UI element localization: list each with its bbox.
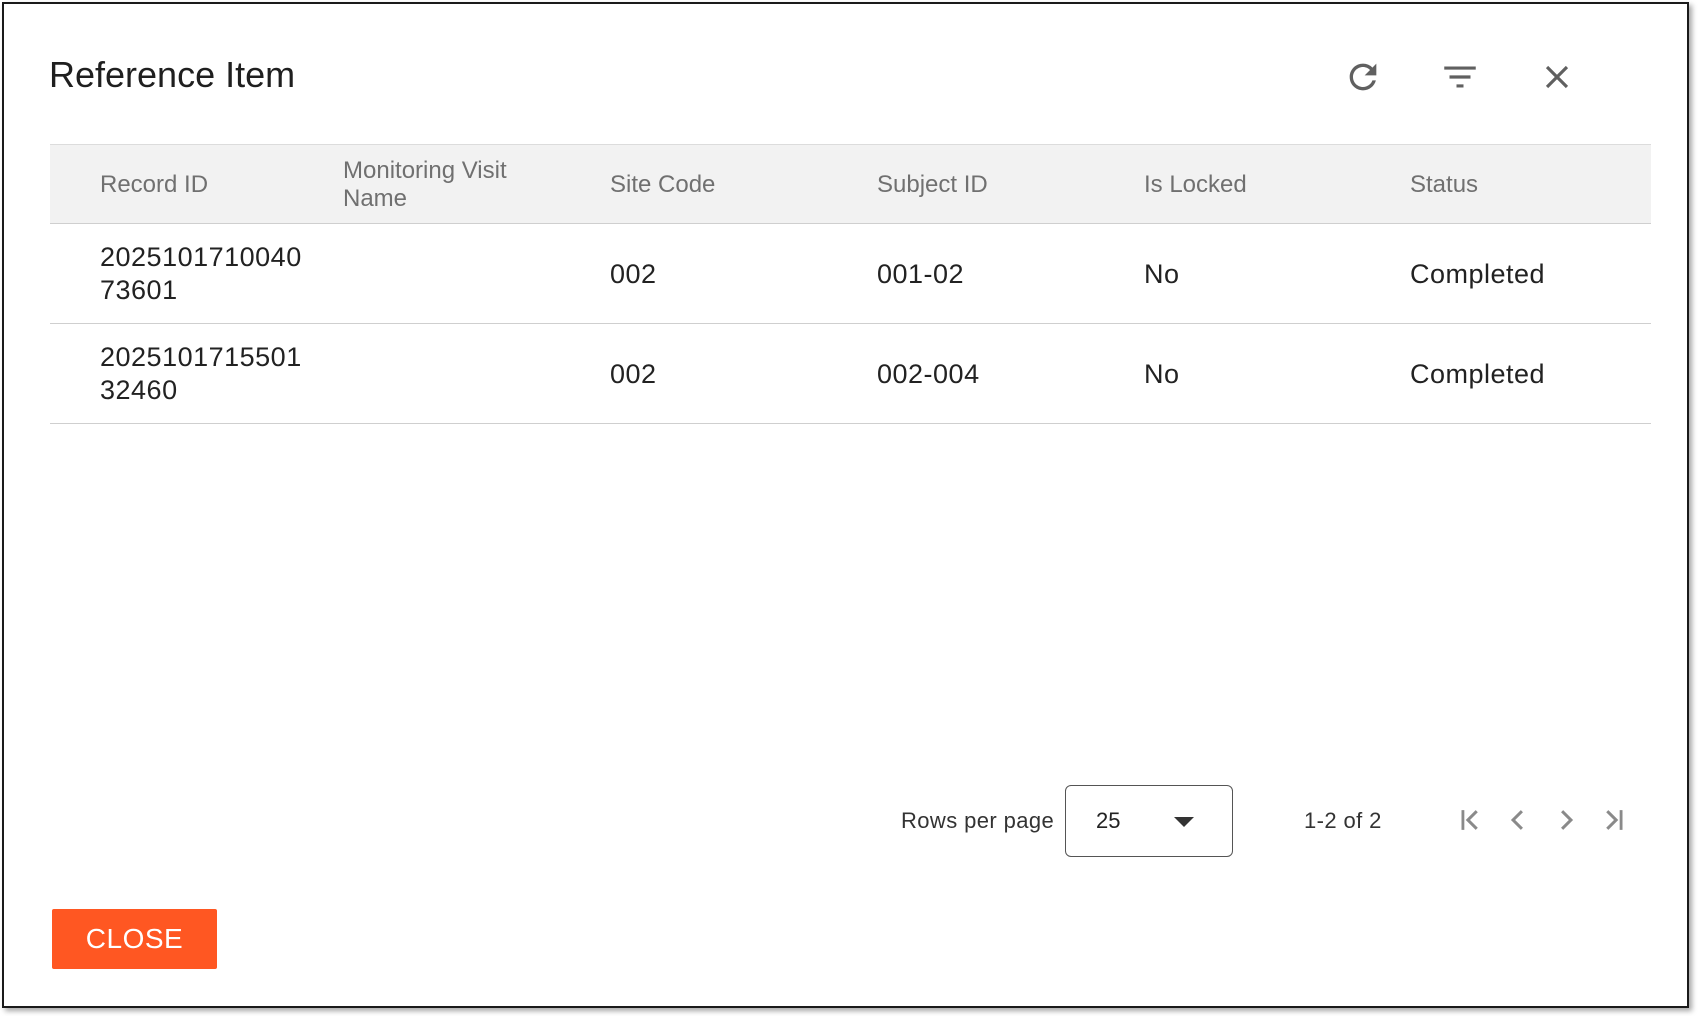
reference-item-dialog: Reference Item Record ID Monitoring Visi… xyxy=(2,2,1689,1008)
rows-per-page-value: 25 xyxy=(1096,808,1121,833)
dialog-close-button[interactable] xyxy=(1532,52,1582,102)
close-button[interactable]: CLOSE xyxy=(52,909,217,969)
rows-per-page-label: Rows per page xyxy=(901,808,1055,833)
column-header-status[interactable]: Status xyxy=(1410,145,1478,225)
cell-site-code: 002 xyxy=(610,358,657,389)
cell-record-id: 202510171550132460 xyxy=(100,342,302,405)
chevron-left-icon xyxy=(1510,810,1523,830)
refresh-icon xyxy=(1349,63,1377,91)
caret-down-icon xyxy=(1174,817,1194,827)
column-header-record-id[interactable]: Record ID xyxy=(100,145,340,225)
cell-record-id: 202510171004073601 xyxy=(100,242,302,305)
previous-page-button[interactable] xyxy=(1498,800,1538,840)
dialog-title: Reference Item xyxy=(49,54,296,95)
last-page-button[interactable] xyxy=(1594,800,1634,840)
cell-status: Completed xyxy=(1410,358,1546,389)
cell-subject-id: 001-02 xyxy=(877,258,965,289)
pagination-range: 1-2 of 2 xyxy=(1304,808,1382,833)
first-page-icon xyxy=(1461,810,1478,830)
close-icon xyxy=(1545,65,1569,89)
table-row[interactable]: 202510171550132460 002 002-004 No Comple… xyxy=(50,324,1651,424)
reference-table: Record ID Monitoring Visit Name Site Cod… xyxy=(50,144,1651,424)
rows-per-page-select[interactable]: 25 xyxy=(1065,785,1233,857)
table-header: Record ID Monitoring Visit Name Site Cod… xyxy=(50,144,1651,224)
cell-subject-id: 002-004 xyxy=(877,358,980,389)
cell-status: Completed xyxy=(1410,258,1546,289)
column-header-site-code[interactable]: Site Code xyxy=(610,145,715,225)
table-row[interactable]: 202510171004073601 002 001-02 No Complet… xyxy=(50,224,1651,324)
cell-monitoring-visit-name xyxy=(343,224,583,324)
chevron-right-icon xyxy=(1561,810,1574,830)
last-page-icon xyxy=(1606,810,1623,830)
column-header-monitoring-visit-name[interactable]: Monitoring Visit Name xyxy=(343,145,573,225)
next-page-button[interactable] xyxy=(1546,800,1586,840)
cell-monitoring-visit-name xyxy=(343,324,583,424)
first-page-button[interactable] xyxy=(1450,800,1490,840)
cell-site-code: 002 xyxy=(610,258,657,289)
cell-is-locked: No xyxy=(1144,358,1180,389)
column-header-subject-id[interactable]: Subject ID xyxy=(877,145,988,225)
filter-button[interactable] xyxy=(1435,52,1485,102)
column-header-is-locked[interactable]: Is Locked xyxy=(1144,145,1247,225)
filter-icon xyxy=(1444,66,1476,88)
refresh-button[interactable] xyxy=(1338,52,1388,102)
cell-is-locked: No xyxy=(1144,258,1180,289)
